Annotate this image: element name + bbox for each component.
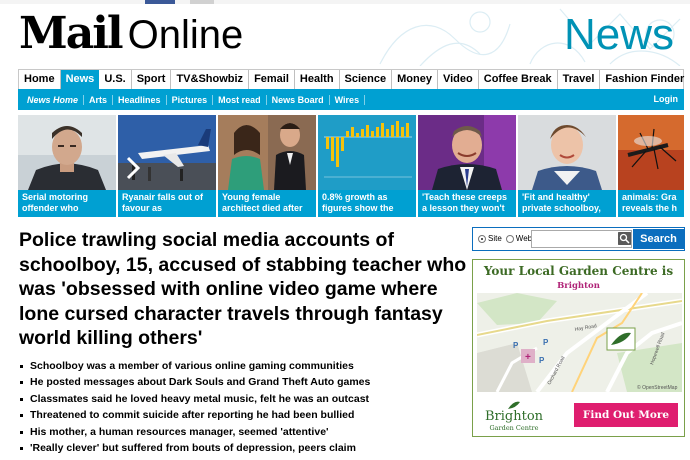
carousel-card-1[interactable]: Serial motoring offender who bbox=[18, 115, 116, 217]
nav-item-us[interactable]: U.S. bbox=[99, 70, 132, 89]
card-caption: Ryanair falls out of favour as bbox=[118, 190, 216, 217]
logo-online-text: Online bbox=[127, 13, 244, 57]
nav-item-money[interactable]: Money bbox=[392, 70, 438, 89]
ad-map[interactable]: + P P P Hay Road Hopewell Road Orchard R… bbox=[477, 293, 682, 392]
carousel-card-4[interactable]: 0.8% growth as figures show the bbox=[318, 115, 416, 217]
nav-item-home[interactable]: Home bbox=[19, 70, 61, 89]
radio-web[interactable] bbox=[505, 234, 514, 243]
ad-location: Brighton bbox=[557, 281, 600, 291]
ad-brand-sub: Garden Centre bbox=[489, 424, 539, 432]
summary-bullet: He posted messages about Dark Souls and … bbox=[19, 374, 469, 390]
radio-web-label: Web bbox=[515, 234, 533, 243]
summary-bullet: 'Really clever' but suffered from bouts … bbox=[19, 440, 469, 456]
card-caption: 'Fit and healthy' private schoolboy, bbox=[518, 190, 616, 217]
search-input[interactable] bbox=[531, 230, 632, 248]
summary-bullet: Classmates said he loved heavy metal mus… bbox=[19, 391, 469, 407]
login-link[interactable]: Login bbox=[654, 94, 679, 104]
nav-item-fashion-finder[interactable]: Fashion Finder bbox=[600, 70, 689, 89]
card-image-mosquito bbox=[618, 115, 684, 190]
nav-item-sport[interactable]: Sport bbox=[132, 70, 172, 89]
garden-centre-ad[interactable]: Your Local Garden Centre is Brighton + P… bbox=[472, 259, 685, 437]
svg-text:P: P bbox=[539, 356, 545, 365]
sub-nav: News Home Arts Headlines Pictures Most r… bbox=[18, 89, 684, 110]
nav-item-coffee-break[interactable]: Coffee Break bbox=[479, 70, 558, 89]
subnav-item-news-board[interactable]: News Board bbox=[267, 94, 330, 105]
ad-brand-name: Brighton bbox=[484, 409, 544, 424]
ad-brand-logo: Brighton Garden Centre bbox=[479, 400, 549, 432]
card-caption: Serial motoring offender who bbox=[18, 190, 116, 217]
svg-text:+: + bbox=[525, 352, 531, 363]
card-caption: Young female architect died after bbox=[218, 190, 316, 217]
summary-bullet: Threatened to commit suicide after repor… bbox=[19, 407, 469, 423]
carousel-card-3[interactable]: Young female architect died after bbox=[218, 115, 316, 217]
summary-bullet: Schoolboy was a member of various online… bbox=[19, 358, 469, 374]
news-carousel: Serial motoring offender who Ryanair fal… bbox=[18, 115, 684, 217]
subnav-item-headlines[interactable]: Headlines bbox=[113, 94, 167, 105]
main-nav: Home News U.S. Sport TV&Showbiz Femail H… bbox=[18, 69, 684, 89]
carousel-card-5[interactable]: 'Teach these creeps a lesson they won't bbox=[418, 115, 516, 217]
nav-item-news[interactable]: News bbox=[60, 70, 100, 89]
card-image-man-portrait bbox=[18, 115, 116, 190]
card-image-couple-photo bbox=[218, 115, 316, 190]
magnifier-icon[interactable] bbox=[618, 232, 631, 245]
card-image-growth-chart bbox=[318, 115, 416, 190]
carousel-card-7[interactable]: animals: Gra reveals the h bbox=[618, 115, 684, 217]
article-headline[interactable]: Police trawling social media accounts of… bbox=[19, 228, 469, 351]
subnav-item-most-read[interactable]: Most read bbox=[213, 94, 267, 105]
site-logo[interactable]: Mail Online bbox=[19, 8, 244, 59]
nav-item-video[interactable]: Video bbox=[438, 70, 479, 89]
section-title: News bbox=[563, 10, 674, 59]
subnav-item-arts[interactable]: Arts bbox=[84, 94, 114, 105]
svg-text:P: P bbox=[543, 338, 549, 347]
nav-item-femail[interactable]: Femail bbox=[249, 70, 295, 89]
summary-bullet: His mother, a human resources manager, s… bbox=[19, 424, 469, 440]
subnav-item-wires[interactable]: Wires bbox=[330, 94, 366, 105]
carousel-card-6[interactable]: 'Fit and healthy' private schoolboy, bbox=[518, 115, 616, 217]
logo-mail-text: Mail bbox=[19, 8, 124, 59]
find-out-more-button[interactable]: Find Out More bbox=[574, 403, 678, 427]
radio-site[interactable] bbox=[478, 234, 486, 243]
search-button[interactable]: Search bbox=[633, 229, 684, 249]
search-widget: Site Web Search bbox=[472, 227, 685, 251]
masthead: Mail Online News bbox=[0, 4, 690, 66]
card-caption: 'Teach these creeps a lesson they won't bbox=[418, 190, 516, 217]
search-scope: Site Web bbox=[478, 234, 532, 243]
svg-text:P: P bbox=[513, 341, 519, 350]
card-caption: animals: Gra reveals the h bbox=[618, 190, 684, 217]
nav-item-travel[interactable]: Travel bbox=[558, 70, 601, 89]
card-image-schoolboy-portrait bbox=[518, 115, 616, 190]
nav-item-health[interactable]: Health bbox=[295, 70, 340, 89]
subnav-item-news-home[interactable]: News Home bbox=[22, 94, 85, 105]
ad-title: Your Local Garden Centre is bbox=[483, 264, 674, 278]
radio-site-label: Site bbox=[488, 234, 502, 243]
map-attribution: © OpenStreetMap bbox=[637, 384, 678, 391]
nav-item-science[interactable]: Science bbox=[340, 70, 393, 89]
card-image-politician-portrait bbox=[418, 115, 516, 190]
nav-item-tvshowbiz[interactable]: TV&Showbiz bbox=[171, 70, 250, 89]
card-caption: 0.8% growth as figures show the bbox=[318, 190, 416, 217]
article-summary-list: Schoolboy was a member of various online… bbox=[19, 358, 469, 456]
subnav-item-pictures[interactable]: Pictures bbox=[167, 94, 214, 105]
carousel-next-arrow-icon[interactable] bbox=[124, 155, 142, 181]
